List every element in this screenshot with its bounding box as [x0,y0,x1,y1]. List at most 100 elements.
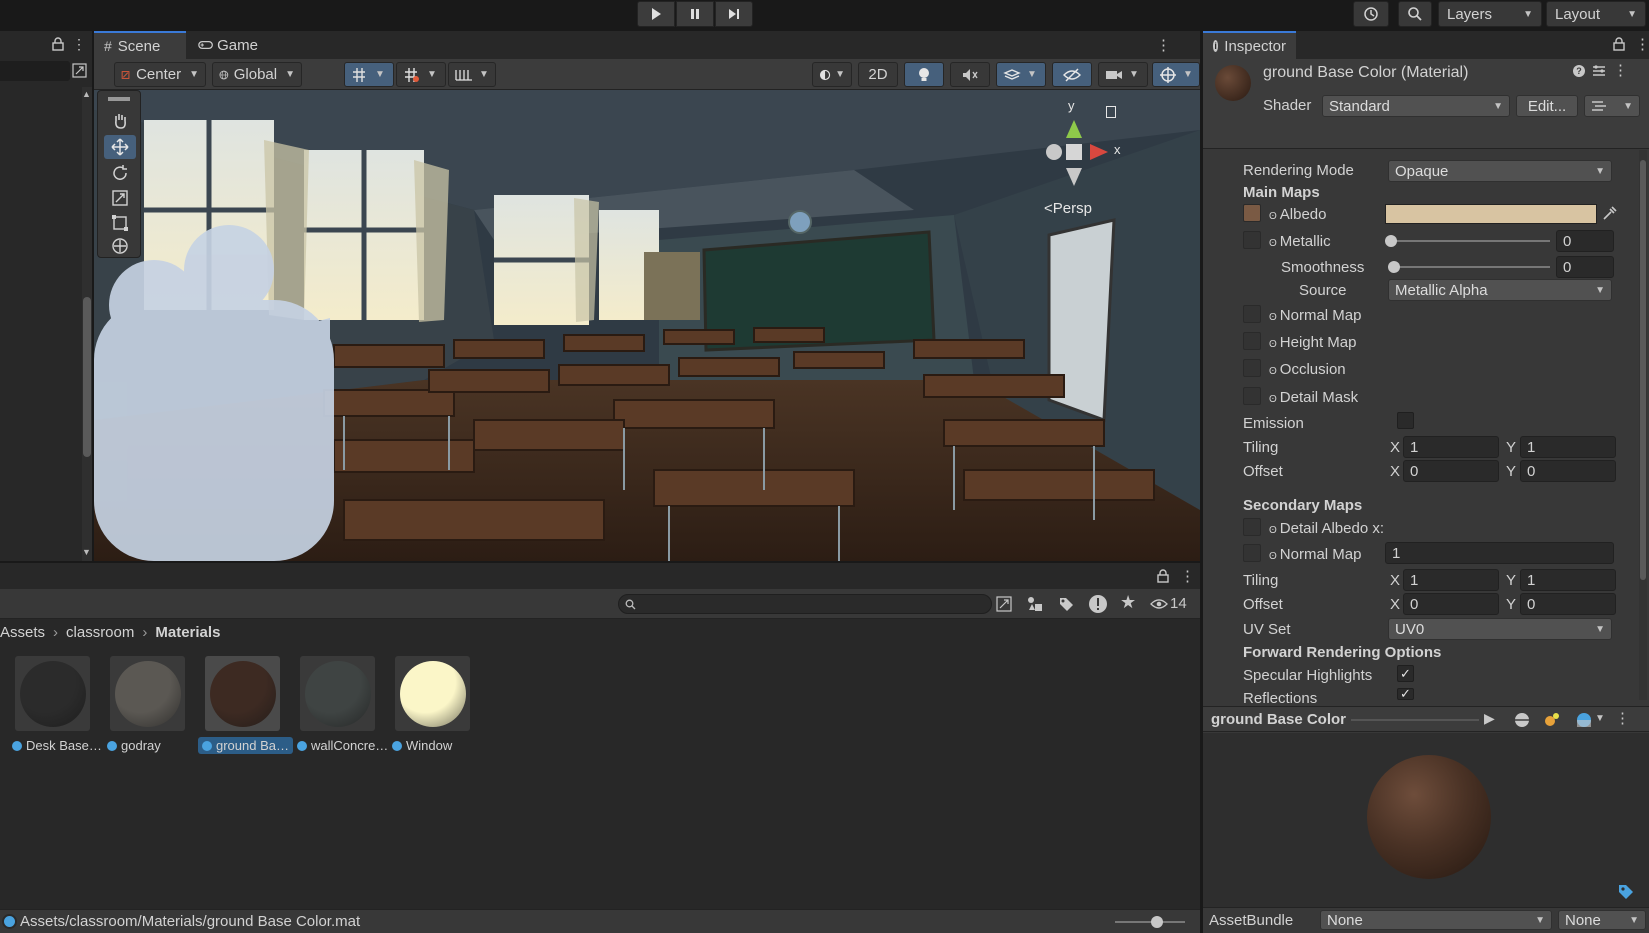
slider-thumb[interactable] [1388,261,1400,273]
tiling-y-field[interactable]: 1 [1520,436,1616,458]
asset-item[interactable]: ground Ba… [198,656,293,761]
play-button[interactable] [637,1,675,27]
orientation-label[interactable]: <Persp [1044,200,1092,217]
hierarchy-search-input[interactable] [0,61,70,81]
more-options-icon[interactable]: ⋮ [1635,35,1649,53]
tiling-x-field[interactable]: 1 [1403,436,1499,458]
search-button[interactable] [1398,1,1432,27]
detail-mask-slot[interactable] [1243,387,1261,405]
scroll-up-icon[interactable]: ▲ [82,89,91,99]
thumbnail-size-slider[interactable] [1115,916,1185,928]
sec-tiling-y-field[interactable]: 1 [1520,569,1616,591]
chevron-down-icon[interactable]: ▼ [1595,713,1605,724]
scrollbar-thumb[interactable] [1640,160,1646,580]
scene-visibility-toggle[interactable] [1052,62,1092,87]
assetbundle-variant-dropdown[interactable]: None ▼ [1558,910,1646,930]
metallic-value-field[interactable]: 0 [1556,230,1614,252]
lock-icon[interactable] [52,37,64,51]
rect-tool-button[interactable] [104,211,136,235]
breadcrumb-materials[interactable]: Materials [155,624,220,641]
asset-item[interactable]: wallConcre… [297,656,388,761]
lock-icon[interactable] [1106,106,1116,118]
asset-item[interactable]: Desk Base… [12,656,102,761]
play-icon[interactable]: ▶ [1484,710,1495,727]
sec-offset-y-field[interactable]: 0 [1520,593,1616,615]
handle-rotation-dropdown[interactable]: Global ▼ [212,62,302,87]
light-icon[interactable] [1543,711,1561,729]
move-tool-button[interactable] [104,135,136,159]
albedo-color-field[interactable] [1385,204,1597,224]
asset-label-icon[interactable] [1617,883,1635,901]
breadcrumb-classroom[interactable]: classroom [66,624,134,641]
more-options-icon[interactable]: ⋮ [72,36,86,52]
albedo-texture-slot[interactable] [1243,204,1261,222]
search-mode-icon[interactable] [996,596,1012,612]
hidden-packages-toggle[interactable]: 14 [1150,595,1187,612]
shader-dropdown[interactable]: Standard ▼ [1322,95,1510,117]
more-options-icon[interactable]: ⋮ [1156,36,1171,54]
sec-tiling-x-field[interactable]: 1 [1403,569,1499,591]
tab-game[interactable]: Game [188,31,268,59]
hand-tool-button[interactable] [104,109,136,133]
tab-inspector[interactable]: i Inspector [1203,31,1296,59]
breadcrumb-assets[interactable]: Assets [0,624,45,641]
gizmos-dropdown[interactable]: ▼ [1152,62,1200,87]
slider-thumb[interactable] [1385,235,1397,247]
metallic-slider[interactable] [1385,235,1550,247]
smoothness-slider[interactable] [1388,261,1550,273]
emission-checkbox[interactable] [1397,412,1414,429]
filter-by-label-icon[interactable] [1058,596,1074,612]
smoothness-value-field[interactable]: 0 [1556,256,1614,278]
camera-settings-dropdown[interactable]: ▼ [1098,62,1148,87]
preset-icon[interactable] [1591,63,1607,79]
rotate-tool-button[interactable] [104,161,136,185]
asset-item[interactable]: godray [107,656,197,761]
scene-viewport[interactable]: y x <Persp [94,90,1200,561]
normal-map-slot[interactable] [1243,305,1261,323]
preview-resize-handle[interactable] [1351,719,1479,721]
lock-icon[interactable] [1613,37,1625,51]
secondary-normal-scale-field[interactable]: 1 [1385,542,1614,564]
asset-item[interactable]: Window [392,656,482,761]
effects-dropdown[interactable]: ▼ [996,62,1046,87]
occlusion-slot[interactable] [1243,359,1261,377]
background-sphere-icon[interactable] [1575,711,1593,729]
sec-offset-x-field[interactable]: 0 [1403,593,1499,615]
tab-scene[interactable]: # Scene [94,31,186,59]
layout-dropdown[interactable]: Layout ▼ [1546,1,1646,27]
pause-button[interactable] [676,1,714,27]
step-button[interactable] [715,1,753,27]
transform-tool-button[interactable] [104,235,136,257]
assetbundle-dropdown[interactable]: None ▼ [1320,910,1552,930]
increment-snap-button[interactable]: ▼ [448,62,496,87]
more-options-icon[interactable]: ⋮ [1615,709,1630,727]
scroll-down-icon[interactable]: ▼ [82,547,91,557]
lighting-toggle[interactable] [904,62,944,87]
smoothness-source-dropdown[interactable]: Metallic Alpha ▼ [1388,279,1612,301]
rendering-mode-dropdown[interactable]: Opaque ▼ [1388,160,1612,182]
inspector-scrollbar[interactable] [1639,150,1647,700]
offset-x-field[interactable]: 0 [1403,460,1499,482]
grid-snapping-button[interactable]: ▼ [344,62,394,87]
drag-handle-icon[interactable] [108,97,130,101]
pivot-mode-dropdown[interactable]: Center ▼ [114,62,206,87]
undo-history-button[interactable] [1353,1,1389,27]
lock-icon[interactable] [1157,569,1169,583]
material-preview[interactable] [1203,733,1649,907]
height-map-slot[interactable] [1243,332,1261,350]
detail-albedo-slot[interactable] [1243,518,1261,536]
2d-mode-button[interactable]: 2D [858,62,898,87]
metallic-texture-slot[interactable] [1243,231,1261,249]
eyedropper-icon[interactable] [1601,206,1617,222]
scrollbar-thumb[interactable] [83,297,91,457]
favorite-star-icon[interactable]: ★ [1120,592,1136,613]
secondary-normal-slot[interactable] [1243,544,1261,562]
filter-by-type-icon[interactable] [1026,595,1044,613]
search-mode-icon[interactable] [72,63,87,78]
scale-tool-button[interactable] [104,186,136,210]
offset-y-field[interactable]: 0 [1520,460,1616,482]
shader-options-dropdown[interactable]: ▼ [1584,95,1640,117]
help-icon[interactable]: ? [1573,65,1585,77]
layers-dropdown[interactable]: Layers ▼ [1438,1,1542,27]
warning-icon[interactable] [1088,594,1108,614]
